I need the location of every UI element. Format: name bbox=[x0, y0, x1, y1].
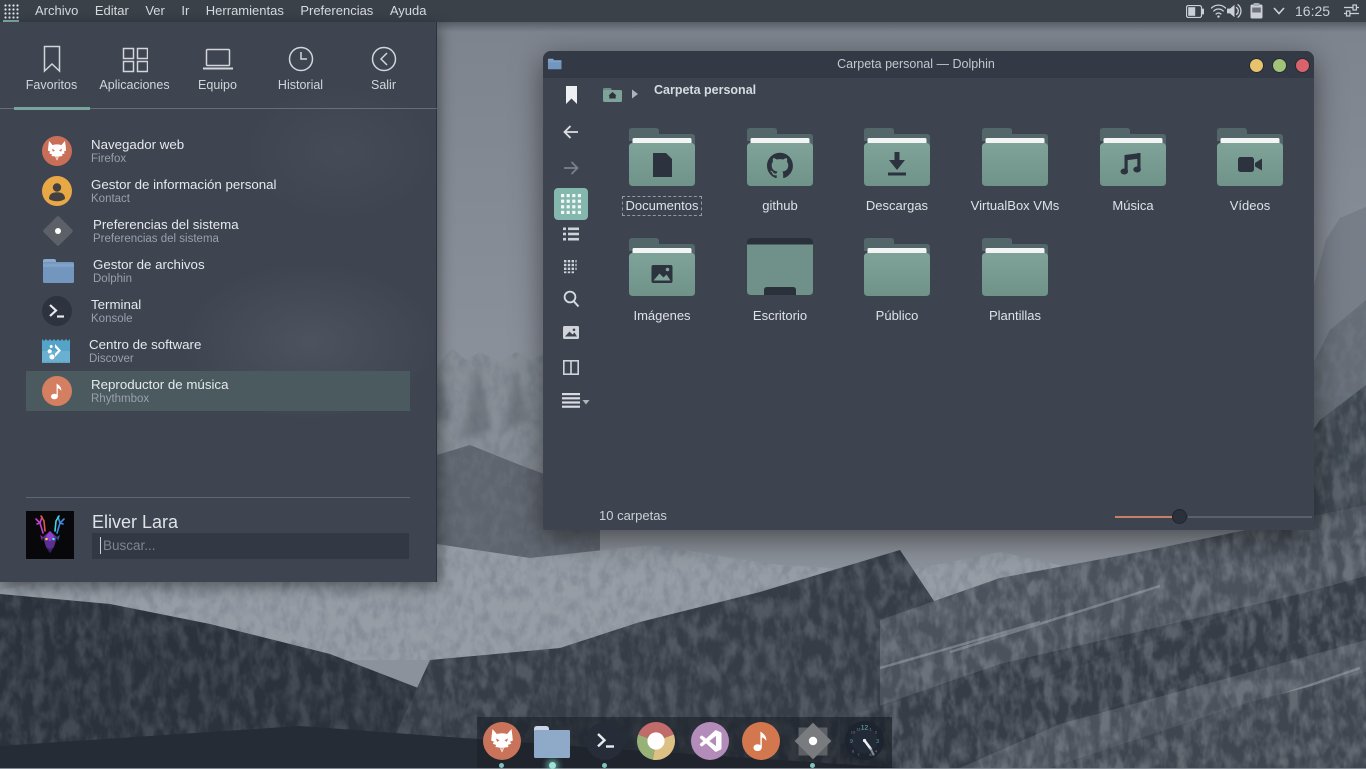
svg-text:10: 10 bbox=[851, 730, 856, 735]
svg-text:9: 9 bbox=[850, 739, 853, 745]
svg-text:12: 12 bbox=[861, 724, 869, 731]
svg-text:3: 3 bbox=[876, 739, 879, 745]
